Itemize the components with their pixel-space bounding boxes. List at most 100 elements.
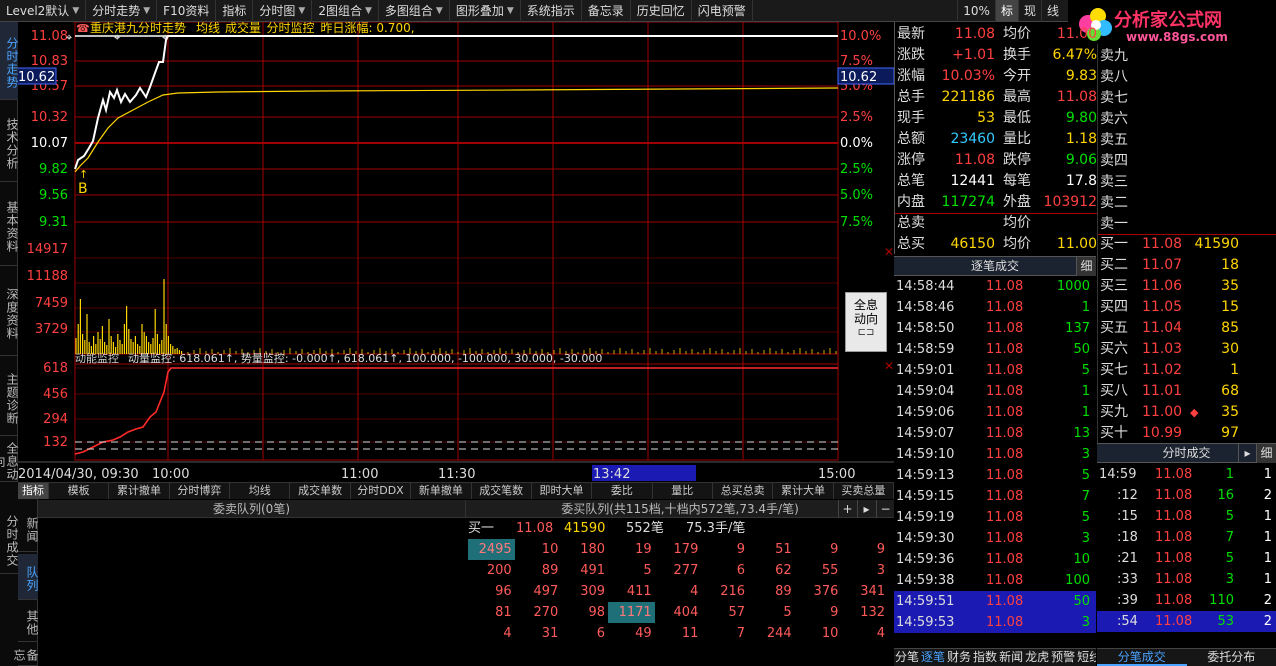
bid-level[interactable]: 买一 11.08 41590 bbox=[1098, 234, 1276, 255]
menu-item-11[interactable]: 闪电预警 bbox=[692, 0, 753, 22]
left-tab-3[interactable]: 深度资料 bbox=[0, 268, 19, 356]
minute-deal-row[interactable]: 14:59 11.08 1 1 bbox=[1097, 464, 1276, 485]
menu-item-8[interactable]: 系统指示 bbox=[521, 0, 582, 22]
info-tab-2[interactable]: 财务 bbox=[946, 649, 972, 666]
menu-item-4[interactable]: 分时图 ▼ bbox=[253, 0, 313, 22]
tick-row[interactable]: 14:58:50 11.08 137 bbox=[894, 318, 1096, 339]
info-tab-7[interactable]: 短线 bbox=[1076, 649, 1096, 666]
bid-level[interactable]: 买四 11.05 15 bbox=[1098, 297, 1276, 318]
detail-button[interactable]: 细 bbox=[1256, 444, 1276, 463]
chart-tab-10[interactable]: 委比 bbox=[592, 483, 653, 499]
intraday-chart[interactable]: 11.0810.8310.5710.3210.079.829.569.3110.… bbox=[18, 22, 894, 482]
bid-level[interactable]: 买三 11.06 35 bbox=[1098, 276, 1276, 297]
ask-level[interactable]: 卖一 bbox=[1098, 214, 1276, 235]
ask-level[interactable]: 卖四 bbox=[1098, 151, 1276, 172]
left-sub-tab-0[interactable]: 新闻 bbox=[18, 504, 39, 552]
tick-row[interactable]: 14:59:51 11.08 50 bbox=[894, 591, 1096, 612]
info-tab-5[interactable]: 龙虎 bbox=[1024, 649, 1050, 666]
chart-tab-2[interactable]: 累计撤单 bbox=[109, 483, 170, 499]
minute-deal-row[interactable]: :54 11.08 53 2 bbox=[1097, 611, 1276, 632]
tick-row[interactable]: 14:59:53 11.08 3 bbox=[894, 612, 1096, 633]
tick-row[interactable]: 14:59:36 11.08 10 bbox=[894, 549, 1096, 570]
minute-deal-row[interactable]: :18 11.08 7 1 bbox=[1097, 527, 1276, 548]
minute-deal-tab-1[interactable]: 委托分布 bbox=[1187, 649, 1276, 666]
menu-item-5[interactable]: 2图组合 ▼ bbox=[312, 0, 379, 22]
minute-deal-row[interactable]: :12 11.08 16 2 bbox=[1097, 485, 1276, 506]
bid-level[interactable]: 买九 11.00 ◆ 35 bbox=[1098, 402, 1276, 423]
bid-level[interactable]: 买八 11.01 68 bbox=[1098, 381, 1276, 402]
detail-button[interactable]: 细 bbox=[1076, 257, 1096, 276]
chart-tab-12[interactable]: 总买总卖 bbox=[713, 483, 774, 499]
ask-level[interactable]: 卖三 bbox=[1098, 172, 1276, 193]
chart-tab-11[interactable]: 量比 bbox=[653, 483, 713, 499]
left-tab-5[interactable]: 全息动向 bbox=[0, 438, 19, 482]
minute-deal-row[interactable]: :15 11.08 5 1 bbox=[1097, 506, 1276, 527]
toggle-1[interactable]: 标 bbox=[994, 0, 1018, 22]
tick-row[interactable]: 14:58:44 11.08 1000 bbox=[894, 276, 1096, 297]
info-tab-3[interactable]: 指数 bbox=[972, 649, 998, 666]
minute-deal-row[interactable]: :39 11.08 110 2 bbox=[1097, 590, 1276, 611]
play-icon[interactable]: ▸ bbox=[1238, 444, 1256, 463]
tick-row[interactable]: 14:59:10 11.08 3 bbox=[894, 444, 1096, 465]
left-tab-2[interactable]: 基本资料 bbox=[0, 184, 19, 266]
tick-row[interactable]: 14:59:01 11.08 5 bbox=[894, 360, 1096, 381]
ask-level[interactable]: 卖五 bbox=[1098, 130, 1276, 151]
chart-tab-4[interactable]: 均线 bbox=[230, 483, 291, 499]
bid-level[interactable]: 买六 11.03 30 bbox=[1098, 339, 1276, 360]
tick-row[interactable]: 14:59:07 11.08 13 bbox=[894, 423, 1096, 444]
menu-item-9[interactable]: 备忘录 bbox=[582, 0, 631, 22]
tick-row[interactable]: 14:59:19 11.08 5 bbox=[894, 507, 1096, 528]
left-sub-tab-3[interactable]: 备忘 bbox=[12, 642, 39, 666]
chart-tab-8[interactable]: 成交笔数 bbox=[472, 483, 532, 499]
menu-item-6[interactable]: 多图组合 ▼ bbox=[379, 0, 450, 22]
chart-tab-14[interactable]: 买卖总量 bbox=[834, 483, 895, 499]
left-tab-0[interactable]: 分时走势 bbox=[0, 22, 19, 100]
menu-item-7[interactable]: 图形叠加 ▼ bbox=[450, 0, 521, 22]
tick-row[interactable]: 14:59:06 11.08 1 bbox=[894, 402, 1096, 423]
menu-item-3[interactable]: 指标 bbox=[216, 0, 254, 22]
toggle-3[interactable]: 线 bbox=[1040, 0, 1064, 22]
toggle-0[interactable]: 10% bbox=[957, 0, 995, 22]
bid-level[interactable]: 买十 10.99 97 bbox=[1098, 423, 1276, 444]
bid-level[interactable]: 买五 11.04 85 bbox=[1098, 318, 1276, 339]
chart-tab-3[interactable]: 分时博弈 bbox=[170, 483, 231, 499]
left-tab-side[interactable]: 分时成交 bbox=[0, 504, 19, 574]
chart-tab-13[interactable]: 累计大单 bbox=[773, 483, 834, 499]
menu-item-10[interactable]: 历史回忆 bbox=[631, 0, 692, 22]
tick-row[interactable]: 14:59:38 11.08 100 bbox=[894, 570, 1096, 591]
ask-level[interactable]: 卖二 bbox=[1098, 193, 1276, 214]
info-tab-4[interactable]: 新闻 bbox=[998, 649, 1024, 666]
chart-tab-9[interactable]: 即时大单 bbox=[532, 483, 593, 499]
chart-tab-6[interactable]: 分时DDX bbox=[351, 483, 412, 499]
tick-row[interactable]: 14:59:04 11.08 1 bbox=[894, 381, 1096, 402]
ask-level[interactable]: 卖七 bbox=[1098, 88, 1276, 109]
chart-tab-5[interactable]: 成交单数 bbox=[290, 483, 351, 499]
add-icon[interactable]: + bbox=[838, 500, 856, 518]
chart-tab-7[interactable]: 新单撤单 bbox=[411, 483, 472, 499]
quanxi-button[interactable]: 全息动向 ⊏⊐ bbox=[845, 292, 887, 352]
chart-tab-1[interactable]: 模板 bbox=[49, 483, 110, 499]
info-tab-1[interactable]: 逐笔 bbox=[920, 649, 946, 666]
left-sub-tab-2[interactable]: 其他 bbox=[18, 600, 39, 642]
tick-row[interactable]: 14:59:15 11.08 7 bbox=[894, 486, 1096, 507]
play-icon[interactable]: ▸ bbox=[857, 500, 875, 518]
chart-tab-0[interactable]: 指标 bbox=[18, 483, 49, 499]
bid-level[interactable]: 买二 11.07 18 bbox=[1098, 255, 1276, 276]
tick-row[interactable]: 14:59:13 11.08 5 bbox=[894, 465, 1096, 486]
menu-item-0[interactable]: Level2默认 ▼ bbox=[0, 0, 87, 22]
tick-row[interactable]: 14:59:30 11.08 3 bbox=[894, 528, 1096, 549]
left-tab-4[interactable]: 主题诊断 bbox=[0, 358, 19, 436]
ask-level[interactable]: 卖六 bbox=[1098, 109, 1276, 130]
info-tab-0[interactable]: 分笔 bbox=[894, 649, 920, 666]
menu-item-1[interactable]: 分时走势 ▼ bbox=[86, 0, 158, 22]
minimize-icon[interactable]: − bbox=[876, 500, 894, 518]
info-tab-6[interactable]: 预警 bbox=[1050, 649, 1076, 666]
tick-row[interactable]: 14:58:59 11.08 50 bbox=[894, 339, 1096, 360]
ask-level[interactable]: 卖九 bbox=[1098, 46, 1276, 67]
menu-item-2[interactable]: F10资料 bbox=[157, 0, 217, 22]
left-sub-tab-1[interactable]: 队列 bbox=[18, 554, 39, 600]
minute-deal-row[interactable]: :21 11.08 5 1 bbox=[1097, 548, 1276, 569]
toggle-2[interactable]: 现 bbox=[1017, 0, 1041, 22]
tick-row[interactable]: 14:58:46 11.08 1 bbox=[894, 297, 1096, 318]
minute-deal-row[interactable]: :33 11.08 3 1 bbox=[1097, 569, 1276, 590]
